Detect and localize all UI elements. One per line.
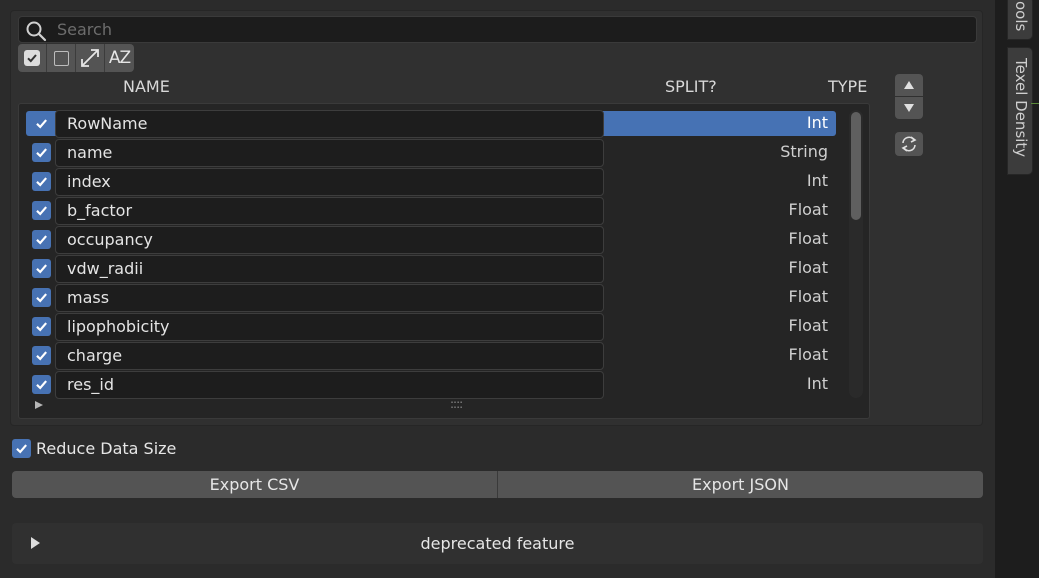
export-json-button[interactable]: Export JSON xyxy=(498,471,983,498)
search-placeholder: Search xyxy=(57,20,112,39)
item-type: Float xyxy=(788,316,828,335)
item-type: Float xyxy=(788,200,828,219)
move-up-button[interactable] xyxy=(895,74,923,96)
refresh-button[interactable] xyxy=(895,132,923,156)
sort-alpha-icon: AZ xyxy=(108,48,131,68)
item-checkbox[interactable] xyxy=(32,288,51,307)
item-checkbox[interactable] xyxy=(32,114,51,133)
triangle-down-icon xyxy=(904,104,914,112)
item-name-field[interactable]: mass xyxy=(55,284,604,312)
item-type: Float xyxy=(788,258,828,277)
tab-tools-label: ools xyxy=(1012,1,1030,32)
list-item[interactable]: RowName Int xyxy=(26,110,836,138)
item-checkbox[interactable] xyxy=(32,230,51,249)
item-type: Int xyxy=(806,113,828,132)
list-scrollbar[interactable] xyxy=(849,110,863,398)
tab-texel-density[interactable]: Texel Density xyxy=(1007,47,1033,175)
item-type: Float xyxy=(788,287,828,306)
list-toolbar: AZ xyxy=(18,44,134,72)
column-header-type: TYPE xyxy=(828,77,868,96)
item-checkbox[interactable] xyxy=(32,317,51,336)
item-name-field[interactable]: b_factor xyxy=(55,197,604,225)
column-header-split: SPLIT? xyxy=(665,77,717,96)
select-all-button[interactable] xyxy=(18,44,47,72)
checkbox-empty-icon xyxy=(53,50,69,66)
item-checkbox[interactable] xyxy=(32,201,51,220)
sort-alpha-button[interactable]: AZ xyxy=(105,44,134,72)
reduce-data-size-label: Reduce Data Size xyxy=(36,438,177,458)
item-checkbox[interactable] xyxy=(32,346,51,365)
list-item[interactable]: occupancy Float xyxy=(26,226,836,254)
checkbox-checked-icon xyxy=(24,50,40,66)
search-input[interactable]: Search xyxy=(18,16,977,43)
item-checkbox[interactable] xyxy=(32,172,51,191)
item-type: Int xyxy=(806,374,828,393)
item-type: Int xyxy=(806,171,828,190)
scrollbar-thumb[interactable] xyxy=(851,112,861,220)
deselect-all-button[interactable] xyxy=(47,44,76,72)
invert-arrows-icon xyxy=(81,49,99,67)
list-item[interactable]: name String xyxy=(26,139,836,167)
item-checkbox[interactable] xyxy=(32,143,51,162)
tab-texel-density-label: Texel Density xyxy=(1012,58,1030,158)
item-type: Float xyxy=(788,229,828,248)
deprecated-feature-label: deprecated feature xyxy=(420,534,575,553)
refresh-icon xyxy=(901,136,917,152)
item-name-field[interactable]: res_id xyxy=(55,371,604,399)
reduce-data-size-checkbox[interactable] xyxy=(12,438,31,458)
viewport-edge-line xyxy=(1031,103,1039,104)
item-name-field[interactable]: lipophobicity xyxy=(55,313,604,341)
item-checkbox[interactable] xyxy=(32,259,51,278)
tab-tools[interactable]: ools xyxy=(1007,0,1033,40)
item-name-field[interactable]: RowName xyxy=(55,110,604,138)
export-buttons: Export CSV Export JSON xyxy=(12,471,983,498)
triangle-up-icon xyxy=(904,81,914,89)
move-down-button[interactable] xyxy=(895,97,923,119)
list-item[interactable]: b_factor Float xyxy=(26,197,836,225)
item-name-field[interactable]: charge xyxy=(55,342,604,370)
list-item[interactable]: lipophobicity Float xyxy=(26,313,836,341)
item-name-field[interactable]: occupancy xyxy=(55,226,604,254)
reduce-data-size-option[interactable]: Reduce Data Size xyxy=(12,438,176,458)
item-name-field[interactable]: vdw_radii xyxy=(55,255,604,283)
item-type: String xyxy=(780,142,828,161)
column-header-name: NAME xyxy=(123,77,170,96)
list-item[interactable]: charge Float xyxy=(26,342,836,370)
item-name-field[interactable]: index xyxy=(55,168,604,196)
list-item[interactable]: vdw_radii Float xyxy=(26,255,836,283)
item-type: Float xyxy=(788,345,828,364)
export-csv-button[interactable]: Export CSV xyxy=(12,471,498,498)
list-item[interactable]: index Int xyxy=(26,168,836,196)
list-item[interactable]: res_id Int xyxy=(26,371,836,399)
properties-panel: Search AZ NAME SPLIT? TYPE RowName Int n… xyxy=(0,0,995,578)
item-name-field[interactable]: name xyxy=(55,139,604,167)
invert-selection-button[interactable] xyxy=(76,44,105,72)
list-item[interactable]: mass Float xyxy=(26,284,836,312)
item-checkbox[interactable] xyxy=(32,375,51,394)
deprecated-feature-panel[interactable]: deprecated feature xyxy=(12,523,983,564)
search-icon xyxy=(26,21,47,42)
expand-filter-icon[interactable] xyxy=(35,401,43,409)
resize-grip-icon[interactable]: :::: xyxy=(450,397,463,411)
